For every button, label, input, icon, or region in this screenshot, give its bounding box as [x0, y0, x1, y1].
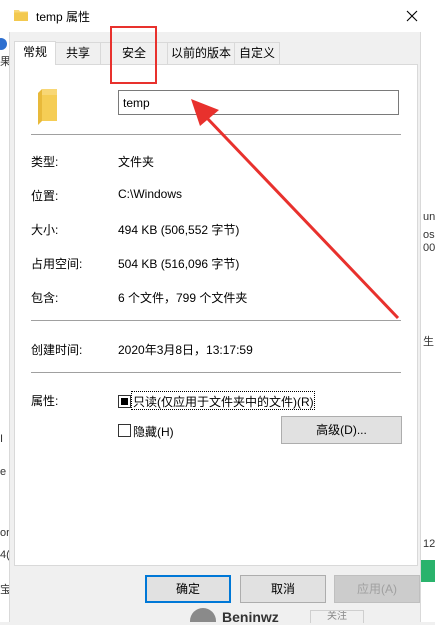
title-bar: temp 属性 — [0, 0, 435, 32]
tab-customize[interactable]: 自定义 — [234, 42, 280, 64]
window-title: temp 属性 — [36, 10, 91, 24]
ok-button[interactable]: 确定 — [145, 575, 231, 603]
background-badge-icon — [0, 38, 7, 50]
hidden-checkbox[interactable] — [118, 424, 131, 437]
background-text: 4( — [0, 549, 9, 561]
advanced-button[interactable]: 高级(D)... — [281, 416, 402, 444]
background-text: 果 — [0, 56, 9, 68]
size-label: 大小: — [31, 223, 59, 237]
background-text: os — [423, 229, 435, 241]
general-tab-panel: 类型: 文件夹 位置: C:\Windows 大小: 494 KB (506,5… — [14, 64, 418, 566]
location-label: 位置: — [31, 189, 59, 203]
contains-value: 6 个文件，799 个文件夹 — [118, 291, 248, 305]
type-value: 文件夹 — [118, 155, 155, 169]
separator — [31, 320, 401, 321]
cancel-button[interactable]: 取消 — [240, 575, 326, 603]
folder-icon — [14, 10, 28, 21]
tab-previous-versions[interactable]: 以前的版本 — [167, 42, 235, 64]
annotation-highlight-box — [110, 26, 157, 84]
background-follow-button: 关注 — [310, 610, 364, 623]
folder-large-icon — [38, 89, 57, 125]
folder-name-input[interactable] — [118, 90, 399, 115]
background-block — [421, 560, 435, 582]
background-text: un — [423, 211, 435, 223]
background-window-right-edge — [420, 32, 435, 622]
background-text: 生 — [423, 336, 434, 348]
created-value: 2020年3月8日，13:17:59 — [118, 343, 253, 357]
contains-label: 包含: — [31, 291, 59, 305]
hidden-label[interactable]: 隐藏(H) — [133, 423, 174, 440]
location-value: C:\Windows — [118, 187, 183, 201]
background-text: Beninwz — [222, 609, 279, 625]
background-text: I — [0, 433, 4, 445]
apply-button[interactable]: 应用(A) — [334, 575, 420, 603]
readonly-label[interactable]: 只读(仅应用于文件夹中的文件)(R) — [133, 393, 314, 410]
close-button[interactable] — [389, 0, 435, 32]
type-label: 类型: — [31, 155, 59, 169]
size-on-disk-value: 504 KB (516,096 字节) — [118, 257, 240, 271]
tab-general[interactable]: 常规 — [14, 41, 56, 65]
separator — [31, 134, 401, 135]
background-text: 12 — [423, 538, 435, 550]
background-text: or — [0, 527, 9, 539]
background-text: 宝 — [0, 584, 9, 596]
background-avatar — [190, 608, 216, 622]
tab-sharing[interactable]: 共享 — [55, 42, 101, 64]
attributes-label: 属性: — [31, 394, 59, 408]
size-value: 494 KB (506,552 字节) — [118, 223, 240, 237]
created-label: 创建时间: — [31, 343, 83, 357]
size-on-disk-label: 占用空间: — [31, 257, 83, 271]
close-icon — [406, 10, 418, 22]
readonly-checkbox[interactable] — [118, 395, 131, 408]
separator — [31, 372, 401, 373]
background-text: e — [0, 466, 7, 478]
background-text: 00 — [423, 242, 435, 254]
